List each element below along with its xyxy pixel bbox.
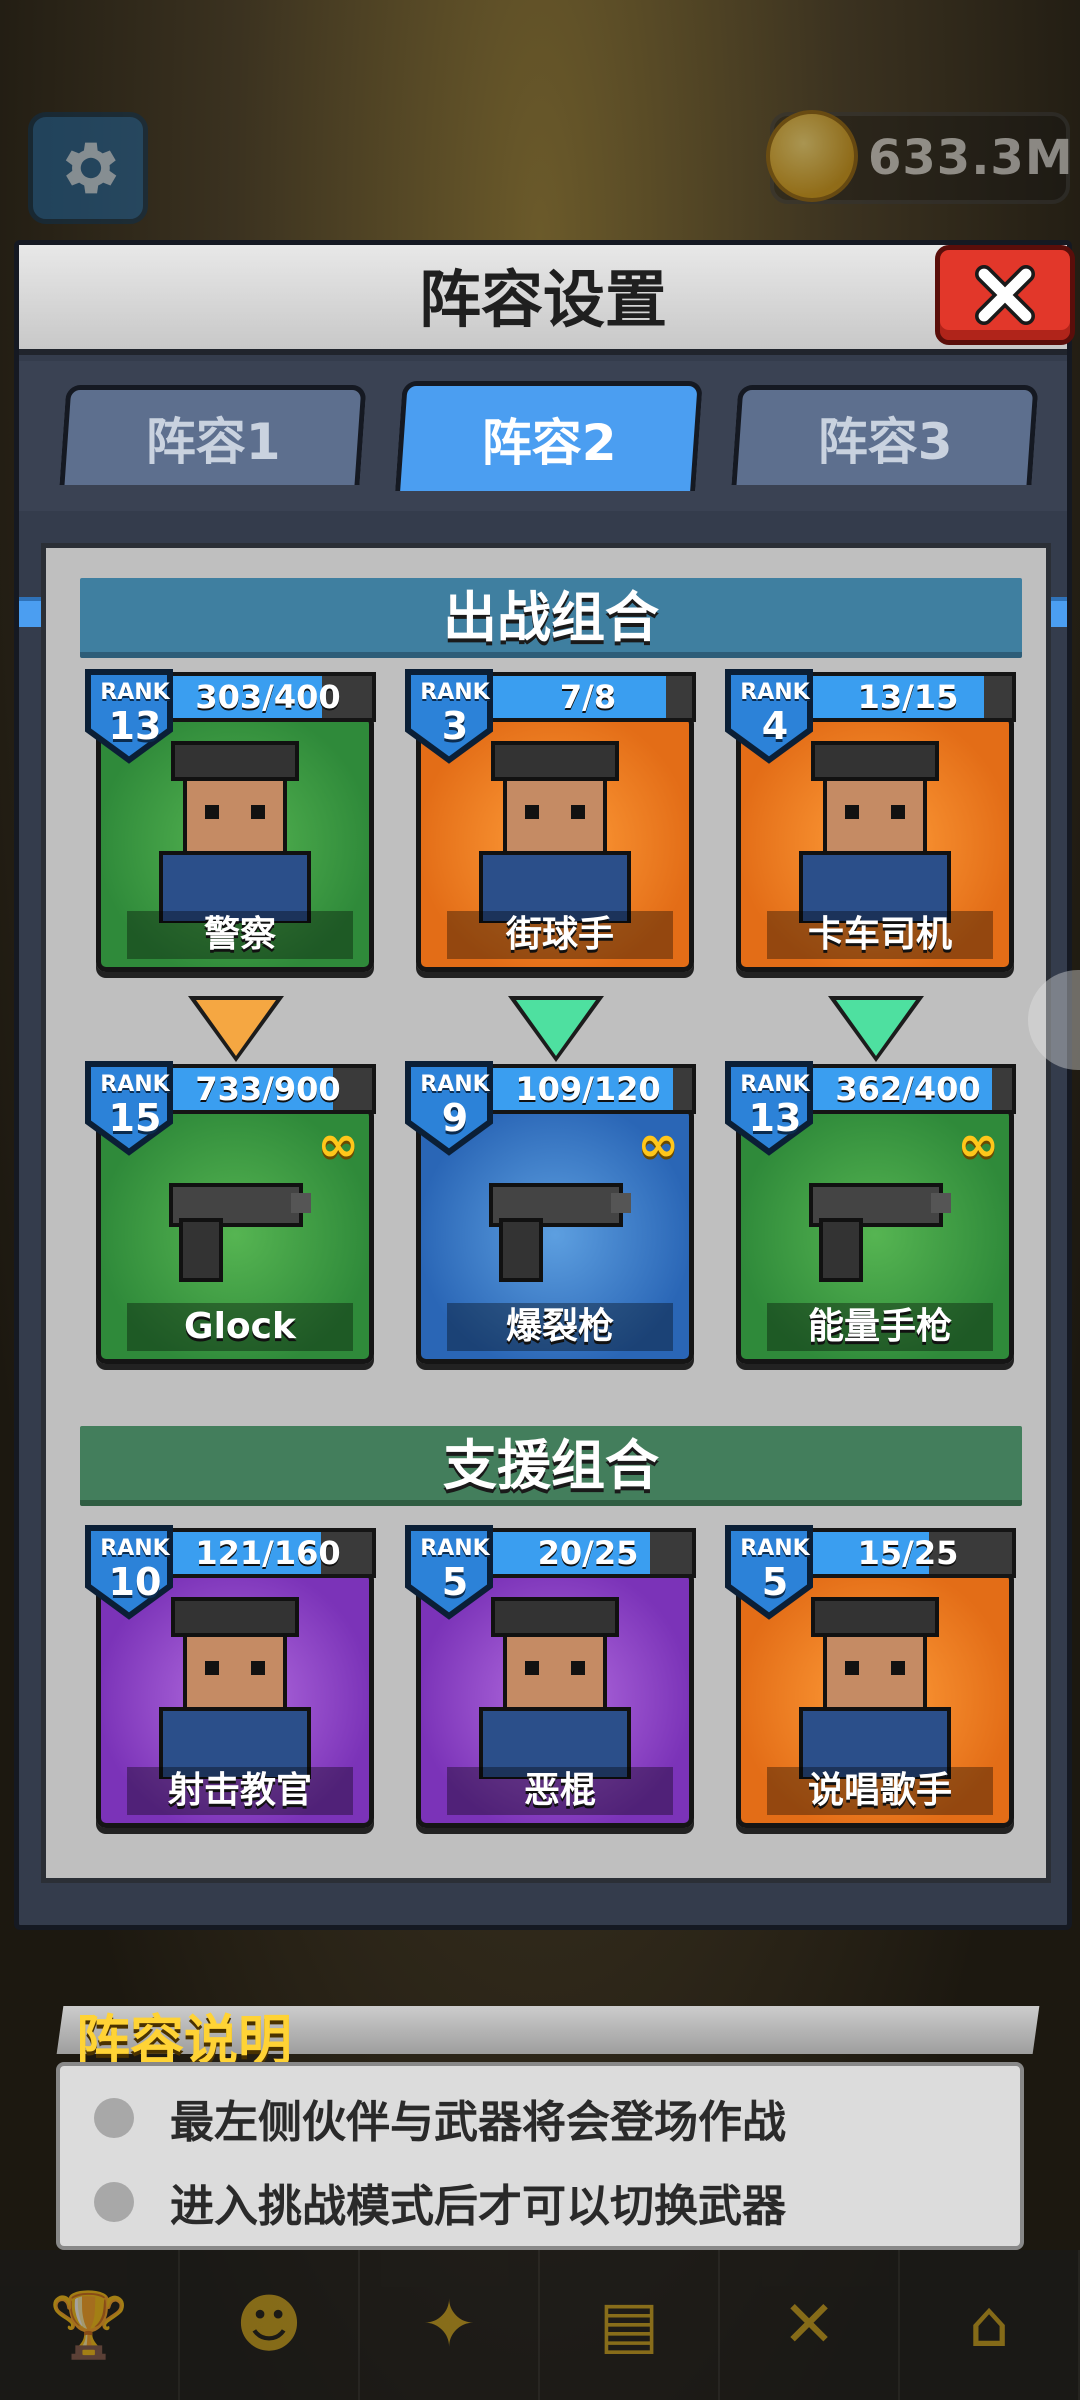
rank-number: 13 xyxy=(108,704,162,748)
character-card[interactable]: 警察 303/400 RANK 13 xyxy=(85,669,376,972)
rank-number: 5 xyxy=(761,1560,789,1604)
progress-text: 733/900 xyxy=(195,1070,341,1108)
down-arrow-icon xyxy=(188,996,284,1062)
rank-progress-bar: 362/400 xyxy=(800,1064,1016,1114)
character-card[interactable]: 街球手 7/8 RANK 3 xyxy=(405,669,696,972)
info-line: 进入挑战模式后才可以切换武器 xyxy=(94,2172,786,2232)
close-button[interactable] xyxy=(935,245,1075,345)
character-card[interactable]: 恶棍 20/25 RANK 5 xyxy=(405,1525,696,1828)
battle-icon[interactable]: ✕ xyxy=(720,2250,900,2400)
close-icon xyxy=(975,265,1035,325)
rank-number: 3 xyxy=(441,704,469,748)
rank-number: 13 xyxy=(748,1096,802,1140)
progress-text: 121/160 xyxy=(195,1534,341,1572)
tab-lineup-2[interactable]: 阵容2 xyxy=(395,381,703,491)
infinite-ammo-icon: ∞ xyxy=(317,1115,359,1173)
lineup-tabs: 阵容1 阵容2 阵容3 xyxy=(19,361,1067,627)
weapon-card[interactable]: ∞ 能量手枪 362/400 RANK 13 xyxy=(725,1061,1016,1364)
card-name: 爆裂枪 xyxy=(447,1303,673,1351)
bottom-nav: 🏆 ☻ ✦ ▤ ✕ ⌂ xyxy=(0,2250,1080,2400)
rank-label: RANK xyxy=(420,1072,490,1097)
battle-section-title: 出战组合 xyxy=(80,578,1022,658)
card-name: 卡车司机 xyxy=(767,911,993,959)
rank-label: RANK xyxy=(740,1072,810,1097)
progress-text: 7/8 xyxy=(559,678,617,716)
card-name: 射击教官 xyxy=(127,1767,353,1815)
rank-label: RANK xyxy=(100,680,170,705)
down-arrow-icon xyxy=(828,996,924,1062)
rank-progress-bar: 303/400 xyxy=(160,672,376,722)
info-line-text: 进入挑战模式后才可以切换武器 xyxy=(170,2181,786,2232)
infinite-ammo-icon: ∞ xyxy=(637,1115,679,1173)
tab-label: 阵容1 xyxy=(145,412,281,471)
rank-number: 9 xyxy=(441,1096,469,1140)
rank-label: RANK xyxy=(420,680,490,705)
card-name: 警察 xyxy=(127,911,353,959)
rank-progress-bar: 15/25 xyxy=(800,1528,1016,1578)
down-arrow-icon xyxy=(508,996,604,1062)
tab-lineup-1[interactable]: 阵容1 xyxy=(59,385,367,485)
info-line: 最左侧伙伴与武器将会登场作战 xyxy=(94,2088,786,2148)
lineup-content: 出战组合 警察 303/400 RANK 13 街球手 7/8 RANK 3 卡车司机 13/15… xyxy=(41,543,1051,1883)
support-section-title: 支援组合 xyxy=(80,1426,1022,1506)
tab-lineup-3[interactable]: 阵容3 xyxy=(731,385,1039,485)
progress-text: 20/25 xyxy=(537,1534,639,1572)
card-name: 街球手 xyxy=(447,911,673,959)
rank-progress-bar: 7/8 xyxy=(480,672,696,722)
info-line-text: 最左侧伙伴与武器将会登场作战 xyxy=(170,2097,786,2148)
progress-text: 303/400 xyxy=(195,678,341,716)
character-card[interactable]: 卡车司机 13/15 RANK 4 xyxy=(725,669,1016,972)
info-box: 最左侧伙伴与武器将会登场作战 进入挑战模式后才可以切换武器 xyxy=(56,2062,1024,2250)
infinite-ammo-icon: ∞ xyxy=(957,1115,999,1173)
progress-text: 109/120 xyxy=(515,1070,661,1108)
character-card[interactable]: 射击教官 121/160 RANK 10 xyxy=(85,1525,376,1828)
character-card[interactable]: 说唱歌手 15/25 RANK 5 xyxy=(725,1525,1016,1828)
rank-progress-bar: 733/900 xyxy=(160,1064,376,1114)
rank-number: 5 xyxy=(441,1560,469,1604)
progress-text: 362/400 xyxy=(835,1070,981,1108)
card-name: 能量手枪 xyxy=(767,1303,993,1351)
rank-progress-bar: 20/25 xyxy=(480,1528,696,1578)
progress-text: 15/25 xyxy=(857,1534,959,1572)
tab-label: 阵容3 xyxy=(817,412,953,471)
rank-label: RANK xyxy=(740,680,810,705)
book-icon[interactable]: ▤ xyxy=(540,2250,720,2400)
bullet-icon xyxy=(94,2098,134,2138)
rank-progress-bar: 121/160 xyxy=(160,1528,376,1578)
bullet-icon xyxy=(94,2182,134,2222)
rank-label: RANK xyxy=(100,1072,170,1097)
shop-icon[interactable]: ⌂ xyxy=(900,2250,1080,2400)
progress-text: 13/15 xyxy=(857,678,959,716)
lineup-panel: 阵容设置 阵容1 阵容2 阵容3 出战组合 警察 303/400 RANK 13 街球手… xyxy=(14,240,1075,1930)
card-name: 说唱歌手 xyxy=(767,1767,993,1815)
trophy-icon[interactable]: 🏆 xyxy=(0,2250,180,2400)
gear-icon xyxy=(65,142,117,194)
currency-value: 633.3M xyxy=(868,130,1074,186)
weapon-card[interactable]: ∞ Glock 733/900 RANK 15 xyxy=(85,1061,376,1364)
rank-label: RANK xyxy=(740,1536,810,1561)
card-name: Glock xyxy=(127,1303,353,1351)
weapon-card[interactable]: ∞ 爆裂枪 109/120 RANK 9 xyxy=(405,1061,696,1364)
rank-number: 15 xyxy=(108,1096,162,1140)
currency-display: 633.3M xyxy=(766,110,1073,204)
rank-number: 10 xyxy=(108,1560,162,1604)
rank-number: 4 xyxy=(761,704,789,748)
rank-label: RANK xyxy=(420,1536,490,1561)
team-icon[interactable]: ☻ xyxy=(180,2250,360,2400)
rank-label: RANK xyxy=(100,1536,170,1561)
rank-progress-bar: 13/15 xyxy=(800,672,1016,722)
panel-title: 阵容设置 xyxy=(418,263,667,336)
tab-label: 阵容2 xyxy=(481,413,617,472)
panel-header: 阵容设置 xyxy=(19,245,1067,355)
coin-icon xyxy=(766,110,858,202)
settings-button[interactable] xyxy=(28,112,148,224)
card-name: 恶棍 xyxy=(447,1767,673,1815)
weapon-icon[interactable]: ✦ xyxy=(360,2250,540,2400)
rank-progress-bar: 109/120 xyxy=(480,1064,696,1114)
